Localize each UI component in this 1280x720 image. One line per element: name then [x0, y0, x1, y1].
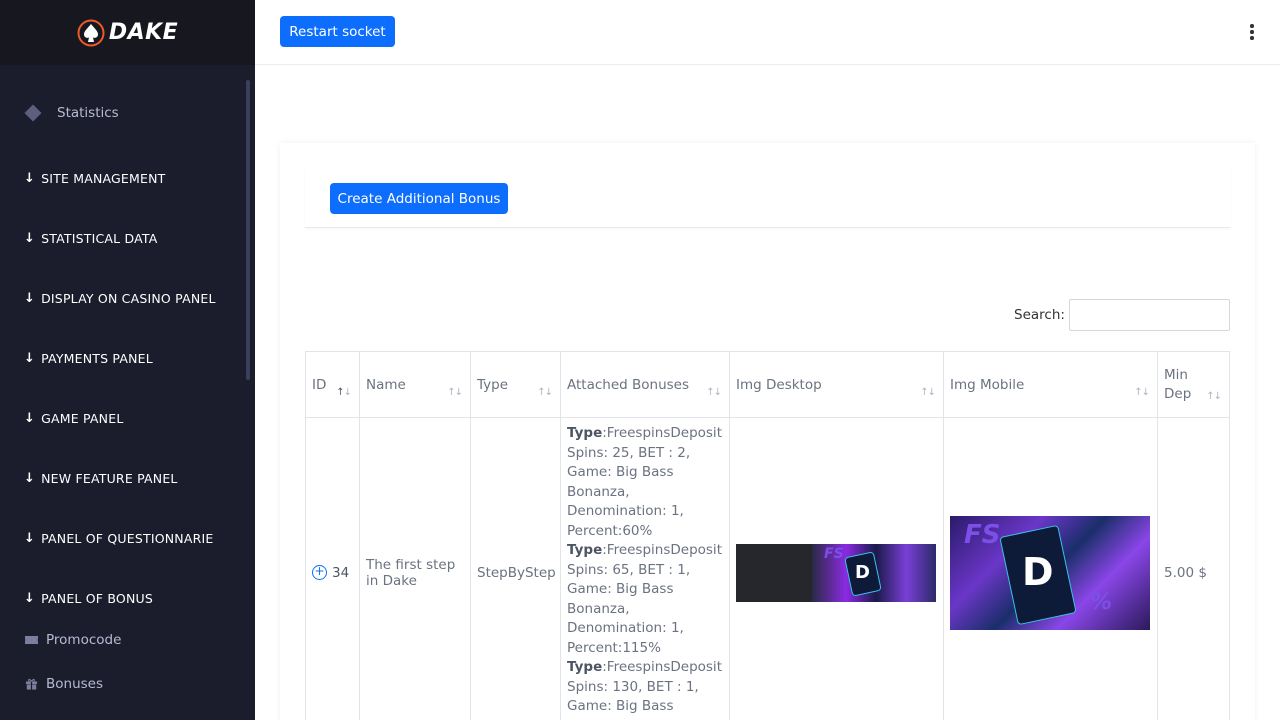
ticket-icon [25, 636, 38, 644]
bonus-type-label: Type [567, 659, 603, 675]
search-label: Search: [1014, 307, 1065, 323]
cell-id: + 34 [305, 417, 360, 720]
plus-circle-icon[interactable]: + [312, 565, 327, 580]
bonus-table: ID ↑↓ Name ↑↓ Type ↑↓ Attached Bonuses ↑… [305, 351, 1230, 720]
sort-icon: ↑↓ [537, 387, 553, 398]
bonus-type: :FreespinsDeposit [602, 659, 722, 675]
cell-type: StepByStep [470, 417, 561, 720]
column-label: Min Dep [1164, 366, 1192, 402]
cell-attached-bonuses: Type:FreespinsDeposit Spins: 25, BET : 2… [560, 417, 730, 720]
cell-name: The first step in Dake [359, 417, 471, 720]
arrow-down-icon: ↓ [24, 591, 36, 606]
sort-icon: ↑↓ [336, 387, 352, 398]
bonus-details: Spins: 65, BET : 1, Game: Big Bass Bonan… [567, 561, 691, 656]
bonus-type: :FreespinsDeposit [602, 542, 722, 558]
kebab-menu-icon[interactable] [1250, 24, 1254, 42]
bonus-list-card: Create Additional Bonus Search: ID ↑↓ Na… [280, 143, 1255, 720]
sidebar-item-bonuses[interactable]: Bonuses [24, 676, 103, 692]
spade-logo-icon [77, 19, 105, 46]
search-input[interactable] [1069, 299, 1230, 331]
brand-header[interactable]: DAKE [0, 0, 255, 65]
column-label: Img Mobile [950, 376, 1025, 393]
sidebar-section-new-feature-panel[interactable]: ↓ NEW FEATURE PANEL [24, 471, 178, 486]
sidebar-section-payments-panel[interactable]: ↓ PAYMENTS PANEL [24, 351, 153, 366]
sort-icon: ↑↓ [447, 387, 463, 398]
topbar: Restart socket [255, 0, 1280, 65]
column-header-img-mobile[interactable]: Img Mobile ↑↓ [943, 351, 1158, 418]
sort-icon: ↑↓ [1134, 387, 1150, 398]
arrow-down-icon: ↓ [24, 411, 36, 426]
sidebar-section-label: PANEL OF BONUS [41, 591, 154, 606]
card-toolbar: Create Additional Bonus [305, 168, 1230, 228]
sidebar-section-panel-of-bonus[interactable]: ↓ PANEL OF BONUS [24, 591, 153, 606]
row-id: 34 [332, 564, 350, 581]
sidebar-section-display-on-casino-panel[interactable]: ↓ DISPLAY ON CASINO PANEL [24, 291, 216, 306]
bonus-details: Spins: 130, BET : 1, Game: Big Bass [567, 678, 699, 715]
desktop-banner-image: FS D [736, 543, 936, 602]
column-label: Type [477, 376, 509, 393]
diamond-icon [24, 104, 42, 122]
sidebar-item-label: Bonuses [46, 676, 104, 692]
sidebar-item-statistics[interactable]: Statistics [24, 104, 119, 122]
sidebar-section-label: NEW FEATURE PANEL [41, 471, 178, 486]
column-header-img-desktop[interactable]: Img Desktop ↑↓ [729, 351, 944, 418]
cell-img-mobile: FS D % [943, 417, 1158, 720]
column-label: Name [366, 376, 406, 393]
bonus-type: :FreespinsDeposit [602, 425, 722, 441]
sidebar-item-promocode[interactable]: Promocode [24, 632, 121, 648]
sidebar-section-label: DISPLAY ON CASINO PANEL [41, 291, 216, 306]
sidebar-section-statistical-data[interactable]: ↓ STATISTICAL DATA [24, 231, 157, 246]
attached-bonus: Type:FreespinsDeposit Spins: 130, BET : … [567, 658, 723, 717]
arrow-down-icon: ↓ [24, 471, 36, 486]
sidebar-scrollbar[interactable] [246, 80, 250, 380]
column-header-name[interactable]: Name ↑↓ [359, 351, 471, 418]
table-header-row: ID ↑↓ Name ↑↓ Type ↑↓ Attached Bonuses ↑… [305, 351, 1230, 418]
mobile-banner-image: FS D % [950, 515, 1150, 630]
sidebar-section-label: PANEL OF QUESTIONNARIE [41, 531, 214, 546]
column-header-attached-bonuses[interactable]: Attached Bonuses ↑↓ [560, 351, 730, 418]
sidebar-section-game-panel[interactable]: ↓ GAME PANEL [24, 411, 124, 426]
brand-name: DAKE [108, 20, 179, 45]
sort-icon: ↑↓ [920, 387, 936, 398]
sort-icon: ↑↓ [706, 387, 722, 398]
attached-bonus: Type:FreespinsDeposit Spins: 65, BET : 1… [567, 541, 723, 658]
restart-socket-button[interactable]: Restart socket [280, 16, 395, 47]
column-header-min-dep[interactable]: Min Dep ↑↓ [1157, 351, 1230, 418]
sidebar-section-label: STATISTICAL DATA [41, 231, 158, 246]
column-header-type[interactable]: Type ↑↓ [470, 351, 561, 418]
arrow-down-icon: ↓ [24, 171, 36, 186]
sidebar-section-label: PAYMENTS PANEL [41, 351, 153, 366]
sidebar-section-site-management[interactable]: ↓ SITE MANAGEMENT [24, 171, 166, 186]
arrow-down-icon: ↓ [24, 351, 36, 366]
arrow-down-icon: ↓ [24, 531, 36, 546]
cell-img-desktop: FS D [729, 417, 944, 720]
column-label: Img Desktop [736, 376, 822, 393]
attached-bonus: Type:FreespinsDeposit Spins: 25, BET : 2… [567, 424, 723, 541]
arrow-down-icon: ↓ [24, 291, 36, 306]
sort-icon: ↑↓ [1206, 391, 1222, 402]
table-row[interactable]: + 34 The first step in Dake StepByStep T… [305, 417, 1230, 720]
column-header-id[interactable]: ID ↑↓ [305, 351, 360, 418]
gift-icon [25, 678, 38, 690]
sidebar-item-label: Promocode [46, 632, 122, 648]
bonus-details: Spins: 25, BET : 2, Game: Big Bass Bonan… [567, 444, 691, 539]
sidebar-item-label: Statistics [57, 105, 119, 121]
sidebar-section-panel-of-questionnarie[interactable]: ↓ PANEL OF QUESTIONNARIE [24, 531, 213, 546]
sidebar-section-label: SITE MANAGEMENT [41, 171, 166, 186]
bonus-type-label: Type [567, 542, 603, 558]
column-label: ID [312, 376, 327, 393]
arrow-down-icon: ↓ [24, 231, 36, 246]
column-label: Attached Bonuses [567, 376, 690, 393]
cell-min-dep: 5.00 $ [1157, 417, 1230, 720]
create-additional-bonus-button[interactable]: Create Additional Bonus [330, 183, 508, 214]
sidebar-section-label: GAME PANEL [41, 411, 124, 426]
bonus-type-label: Type [567, 425, 603, 441]
sidebar: DAKE Statistics ↓ SITE MANAGEMENT ↓ STAT… [0, 0, 255, 720]
